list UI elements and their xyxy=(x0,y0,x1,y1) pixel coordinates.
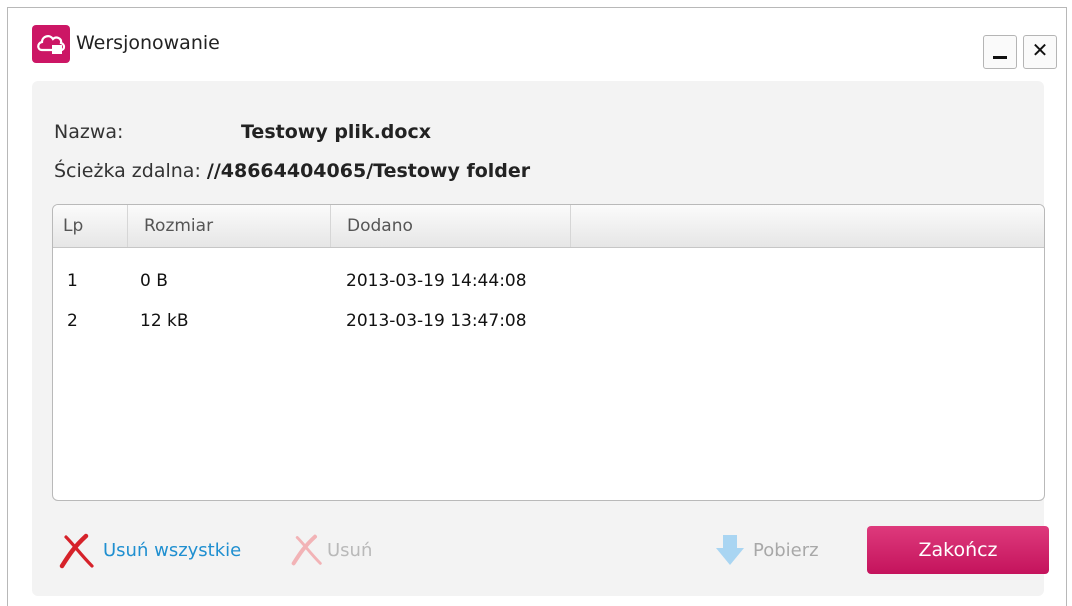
column-header-size[interactable]: Rozmiar xyxy=(128,205,331,247)
delete-label: Usuń xyxy=(327,540,373,561)
file-name-label: Nazwa: xyxy=(54,121,124,143)
window-title: Wersjonowanie xyxy=(76,32,220,54)
column-header-added[interactable]: Dodano xyxy=(331,205,571,247)
remote-path-value: //48664404065/Testowy folder xyxy=(206,160,531,182)
red-x-icon xyxy=(59,533,94,569)
download-label: Pobierz xyxy=(753,540,819,561)
cell-size: 0 B xyxy=(140,271,168,291)
minimize-button[interactable] xyxy=(983,35,1017,69)
delete-button[interactable]: Usuń xyxy=(291,531,401,571)
cell-added: 2013-03-19 13:47:08 xyxy=(346,311,527,331)
cell-lp: 1 xyxy=(67,271,78,291)
content-panel: Nazwa: Testowy plik.docx Ścieżka zdalna:… xyxy=(32,81,1049,596)
delete-all-label: Usuń wszystkie xyxy=(103,540,242,561)
remote-path-label: Ścieżka zdalna: xyxy=(54,160,201,182)
cloud-icon xyxy=(32,25,70,63)
versions-table: Lp Rozmiar Dodano 1 0 B 2013-03-19 14:44… xyxy=(52,204,1045,501)
download-arrow-icon xyxy=(716,535,744,565)
column-header-lp[interactable]: Lp xyxy=(53,205,128,247)
red-x-icon xyxy=(291,534,322,566)
delete-all-button[interactable]: Usuń wszystkie xyxy=(59,531,274,571)
table-row[interactable]: 1 0 B 2013-03-19 14:44:08 xyxy=(53,263,1044,299)
remote-path-row: Ścieżka zdalna: //48664404065/Testowy fo… xyxy=(54,160,530,182)
minimize-icon xyxy=(993,56,1007,59)
title-bar: Wersjonowanie ✕ xyxy=(8,8,1066,78)
close-icon: ✕ xyxy=(1031,38,1049,62)
download-button[interactable]: Pobierz xyxy=(715,531,845,571)
cell-lp: 2 xyxy=(67,311,78,331)
cell-size: 12 kB xyxy=(140,311,189,331)
table-row[interactable]: 2 12 kB 2013-03-19 13:47:08 xyxy=(53,303,1044,339)
cell-added: 2013-03-19 14:44:08 xyxy=(346,271,527,291)
finish-button[interactable]: Zakończ xyxy=(867,526,1049,574)
close-button[interactable]: ✕ xyxy=(1023,35,1057,69)
versioning-dialog: Wersjonowanie ✕ Nazwa: Testowy plik.docx… xyxy=(7,7,1067,606)
file-name-row: Nazwa: Testowy plik.docx xyxy=(54,121,431,143)
file-name-value: Testowy plik.docx xyxy=(241,121,431,143)
table-header: Lp Rozmiar Dodano xyxy=(53,205,1044,248)
